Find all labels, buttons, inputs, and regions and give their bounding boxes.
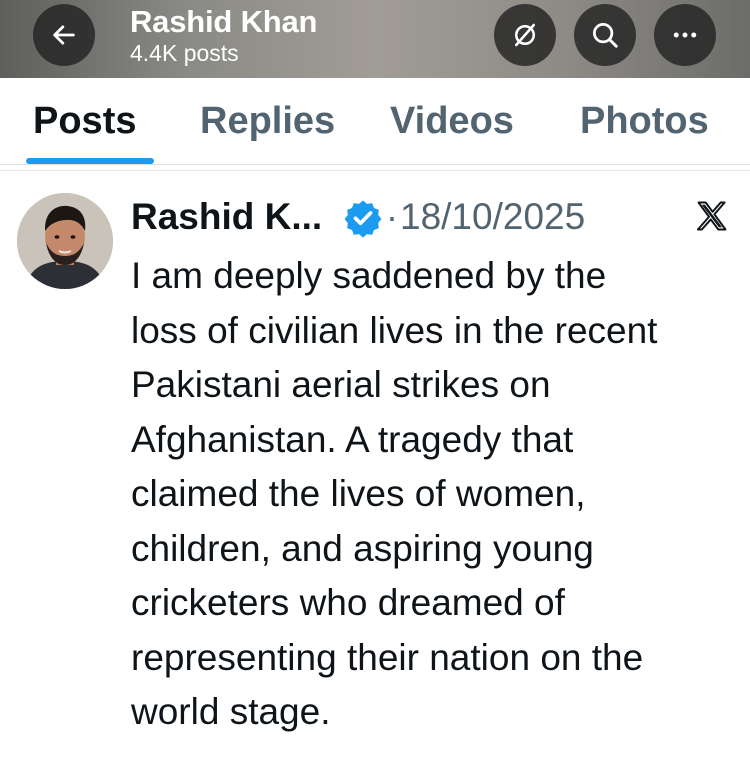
post-text-line: Afghanistan. A tragedy that xyxy=(131,418,574,460)
post-text-line: children, and aspiring young xyxy=(131,527,594,569)
post-date[interactable]: 18/10/2025 xyxy=(400,196,585,238)
avatar[interactable] xyxy=(17,193,113,289)
arrow-left-icon xyxy=(53,25,75,45)
post-separator: · xyxy=(386,196,398,237)
post-text-line: loss of civilian lives in the recent xyxy=(131,309,658,351)
avatar-image xyxy=(17,193,113,289)
search-icon xyxy=(593,23,618,48)
back-button[interactable] xyxy=(33,4,95,66)
post-text-line: cricketers who dreamed of xyxy=(131,582,565,623)
profile-tabs: Posts Replies Videos Photos xyxy=(0,78,750,166)
post-text-line: Pakistani aerial strikes on xyxy=(131,364,551,405)
x-logo-icon xyxy=(696,201,727,231)
tab-posts[interactable]: Posts xyxy=(33,100,136,143)
tab-photos[interactable]: Photos xyxy=(580,100,709,143)
verified-badge-icon xyxy=(344,200,382,238)
post-text-line: representing their nation on the xyxy=(131,636,644,678)
post-count: 4.4K posts xyxy=(130,40,239,66)
mute-button[interactable] xyxy=(494,4,556,66)
tabs-divider xyxy=(0,164,750,165)
post-divider xyxy=(0,170,750,171)
more-horizontal-icon xyxy=(673,32,697,38)
tab-videos[interactable]: Videos xyxy=(390,100,514,143)
profile-name: Rashid Khan xyxy=(130,4,318,39)
post-text-line: world stage. xyxy=(131,691,331,732)
search-button[interactable] xyxy=(574,4,636,66)
profile-header: Rashid Khan 4.4K posts xyxy=(0,0,750,78)
post-text-line: claimed the lives of women, xyxy=(131,473,586,514)
post-author-name[interactable]: Rashid K... xyxy=(131,196,322,238)
more-button[interactable] xyxy=(654,4,716,66)
notifications-off-icon xyxy=(515,23,535,47)
tab-replies[interactable]: Replies xyxy=(200,100,335,143)
post-text-line: I am deeply saddened by the xyxy=(131,255,607,296)
post-text: I am deeply saddened by the loss of civi… xyxy=(131,249,743,740)
